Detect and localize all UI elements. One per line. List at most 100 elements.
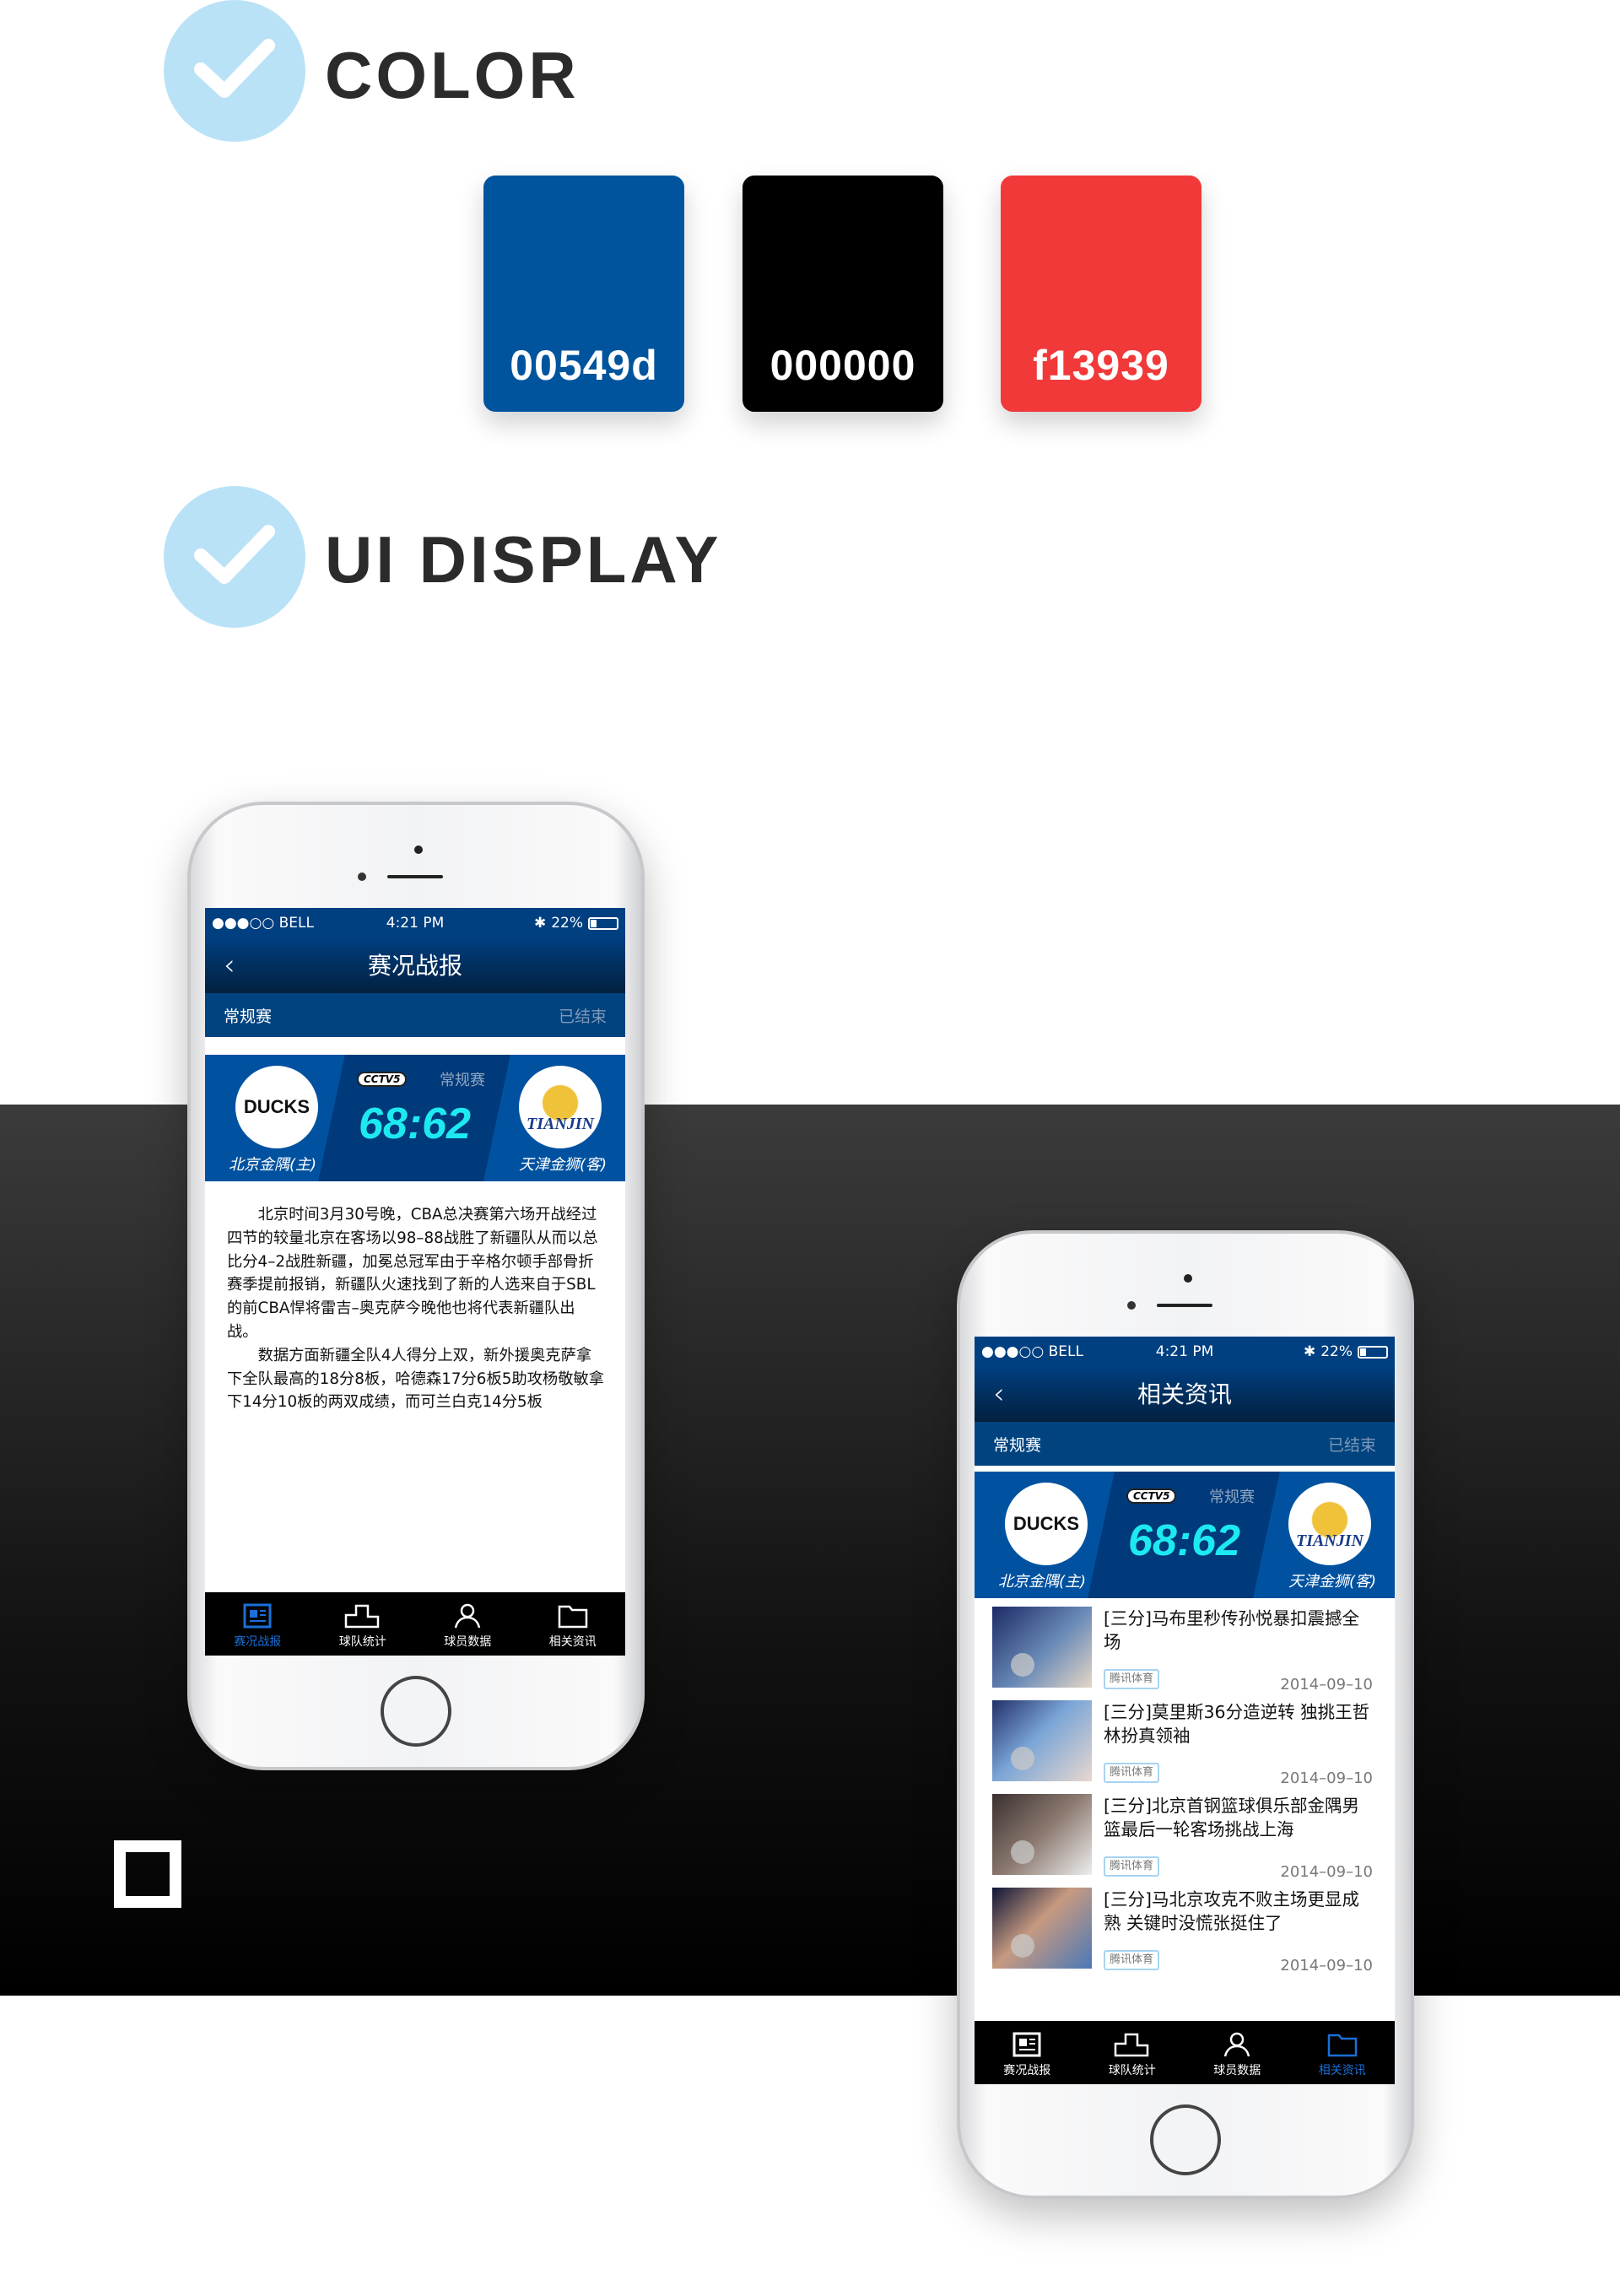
- tab-game-report[interactable]: 赛况战报: [205, 1592, 310, 1656]
- back-chevron-icon[interactable]: ‹: [224, 938, 235, 993]
- home-team-name: 北京金隅(主): [229, 1156, 317, 1174]
- logo-text: TIANJIN: [526, 1114, 594, 1133]
- nav-bar: ‹ 相关资讯: [975, 1367, 1395, 1422]
- clock: 4:21 PM: [386, 915, 445, 932]
- tab-player-data[interactable]: 球员数据: [415, 1592, 521, 1656]
- away-team-name: 天津金狮(客): [518, 1156, 607, 1174]
- news-thumbnail: [992, 1700, 1092, 1781]
- swatch-label: f13939: [1033, 342, 1169, 389]
- news-item[interactable]: [三分]北京首钢篮球俱乐部金隅男篮最后一轮客场挑战上海腾讯体育 2014–09–1…: [975, 1785, 1395, 1881]
- article-paragraph: 数据方面新疆全队4人得分上双，新外援奥克萨拿下全队最高的18分8板，哈德森17分…: [227, 1346, 605, 1412]
- news-source-tag: 腾讯体育: [1104, 1669, 1160, 1689]
- tab-player-data[interactable]: 球员数据: [1185, 2021, 1290, 2084]
- news-date: 2014–09–10: [1280, 1863, 1373, 1881]
- clock: 4:21 PM: [1155, 1343, 1214, 1360]
- news-source-tag: 腾讯体育: [1104, 1763, 1160, 1783]
- video-camera-icon: [1011, 1747, 1034, 1770]
- news-title: [三分]北京首钢篮球俱乐部金隅男篮最后一轮客场挑战上海: [1104, 1796, 1359, 1840]
- video-camera-icon: [1011, 1934, 1034, 1958]
- sensor-icon: [1127, 1301, 1136, 1310]
- article-body: 北京时间3月30号晚，CBA总决赛第六场开战经过四节的较量北京在客场以98–88…: [205, 1181, 625, 1414]
- score: 68:62: [1128, 1516, 1240, 1565]
- game-type: 常规赛: [993, 1435, 1042, 1455]
- channel-badge: CCTV5: [1126, 1488, 1177, 1504]
- video-camera-icon: [1011, 1653, 1034, 1677]
- users-icon: [1185, 2028, 1290, 2061]
- home-team-logo[interactable]: DUCKS: [235, 1066, 318, 1148]
- game-status-bar: 常规赛 已结束: [975, 1422, 1395, 1466]
- speaker-icon: [1157, 1304, 1212, 1307]
- news-item[interactable]: [三分]马北京攻克不败主场更显成熟 关键时没慌张挺住了腾讯体育 2014–09–1…: [975, 1879, 1395, 1975]
- tab-bar: 赛况战报 球队统计 球员数据 相关资讯: [205, 1592, 625, 1656]
- tab-label: 赛况战报: [234, 1635, 282, 1649]
- sensor-icon: [358, 872, 366, 881]
- home-team-name: 北京金隅(主): [998, 1573, 1087, 1591]
- square-outline-icon: [114, 1840, 181, 1908]
- check-icon: [164, 0, 305, 142]
- folder-icon: [1290, 2028, 1396, 2061]
- news-thumbnail: [992, 1794, 1092, 1875]
- score-banner: DUCKS TIANJIN CCTV5 常规赛 68:62 北京金隅(主) 天津…: [975, 1472, 1395, 1598]
- tab-team-stats[interactable]: 球队统计: [1080, 2021, 1185, 2084]
- users-icon: [415, 1599, 521, 1633]
- news-source-tag: 腾讯体育: [1104, 1950, 1160, 1970]
- camera-icon: [414, 845, 423, 854]
- logo-text: DUCKS: [1012, 1513, 1080, 1534]
- screen: ●●●○○ BELL 4:21 PM ✱ 22% ‹ 赛况战报 常规赛 已结束 DUC…: [205, 908, 625, 1656]
- video-camera-icon: [1011, 1840, 1034, 1864]
- home-team-logo[interactable]: DUCKS: [1005, 1483, 1088, 1565]
- swatch-label: 000000: [770, 342, 916, 389]
- news-item[interactable]: [三分]莫里斯36分造逆转 独挑王哲林扮真领袖 腾讯体育 2014–09–10: [975, 1692, 1395, 1787]
- section-title-color: COLOR: [325, 38, 580, 112]
- game-type-label: 常规赛: [440, 1072, 485, 1089]
- news-item[interactable]: [三分]马布里秒传孙悦暴扣震撼全场 腾讯体育 2014–09–10: [975, 1598, 1395, 1694]
- swatch-label: 00549d: [510, 342, 658, 389]
- game-type: 常规赛: [224, 1007, 273, 1026]
- news-date: 2014–09–10: [1280, 1676, 1373, 1694]
- channel-badge: CCTV5: [357, 1072, 408, 1087]
- news-title: [三分]马北京攻克不败主场更显成熟 关键时没慌张挺住了: [1104, 1889, 1359, 1933]
- game-status-bar: 常规赛 已结束: [205, 993, 625, 1037]
- tab-label: 球队统计: [1108, 2064, 1156, 2077]
- tab-related-news[interactable]: 相关资讯: [1290, 2021, 1396, 2084]
- tab-label: 球队统计: [338, 1635, 386, 1649]
- article-paragraph: 北京时间3月30号晚，CBA总决赛第六场开战经过四节的较量北京在客场以98–88…: [227, 1206, 598, 1341]
- tab-related-news[interactable]: 相关资讯: [521, 1592, 626, 1656]
- away-team-logo[interactable]: TIANJIN: [1288, 1483, 1371, 1565]
- swatch-blue: 00549d: [483, 176, 684, 412]
- tab-team-stats[interactable]: 球队统计: [310, 1592, 416, 1656]
- news-thumbnail: [992, 1607, 1092, 1688]
- logo-text: TIANJIN: [1295, 1531, 1364, 1550]
- logo-text: DUCKS: [243, 1096, 310, 1117]
- screen: ●●●○○ BELL 4:21 PM ✱ 22% ‹ 相关资讯 常规赛 已结束 DUC…: [975, 1337, 1395, 2084]
- news-title: [三分]莫里斯36分造逆转 独挑王哲林扮真领袖: [1104, 1702, 1370, 1746]
- nav-bar: ‹ 赛况战报: [205, 938, 625, 993]
- score: 68:62: [359, 1099, 471, 1148]
- home-button[interactable]: [381, 1676, 451, 1747]
- tab-bar: 赛况战报 球队统计 球员数据 相关资讯: [975, 2021, 1395, 2084]
- away-team-logo[interactable]: TIANJIN: [519, 1066, 602, 1148]
- home-button[interactable]: [1150, 2104, 1221, 2175]
- swatch-black: 000000: [742, 176, 943, 412]
- news-source-tag: 腾讯体育: [1104, 1856, 1160, 1877]
- page-title: 相关资讯: [1137, 1380, 1232, 1408]
- game-type-label: 常规赛: [1209, 1488, 1255, 1506]
- tab-game-report[interactable]: 赛况战报: [975, 2021, 1080, 2084]
- tab-label: 相关资讯: [548, 1635, 597, 1649]
- tab-label: 赛况战报: [1003, 2064, 1051, 2077]
- battery-icon: [588, 916, 618, 930]
- news-date: 2014–09–10: [1280, 1957, 1373, 1975]
- score-banner: DUCKS TIANJIN CCTV5 常规赛 68:62 北京金隅(主) 天津…: [205, 1055, 625, 1181]
- phone-mockup-game-report: ●●●○○ BELL 4:21 PM ✱ 22% ‹ 赛况战报 常规赛 已结束 DUC…: [187, 802, 645, 1770]
- back-chevron-icon[interactable]: ‹: [993, 1367, 1005, 1422]
- away-team-name: 天津金狮(客): [1288, 1573, 1376, 1591]
- check-icon: [164, 486, 305, 628]
- podium-icon: [310, 1599, 416, 1633]
- page-title: 赛况战报: [367, 952, 462, 980]
- tab-label: 球员数据: [444, 1635, 492, 1649]
- camera-icon: [1184, 1274, 1192, 1283]
- status-bar: ●●●○○ BELL 4:21 PM ✱ 22%: [975, 1337, 1395, 1367]
- news-thumbnail: [992, 1888, 1092, 1969]
- status-bar: ●●●○○ BELL 4:21 PM ✱ 22%: [205, 908, 625, 938]
- tab-label: 相关资讯: [1318, 2064, 1366, 2077]
